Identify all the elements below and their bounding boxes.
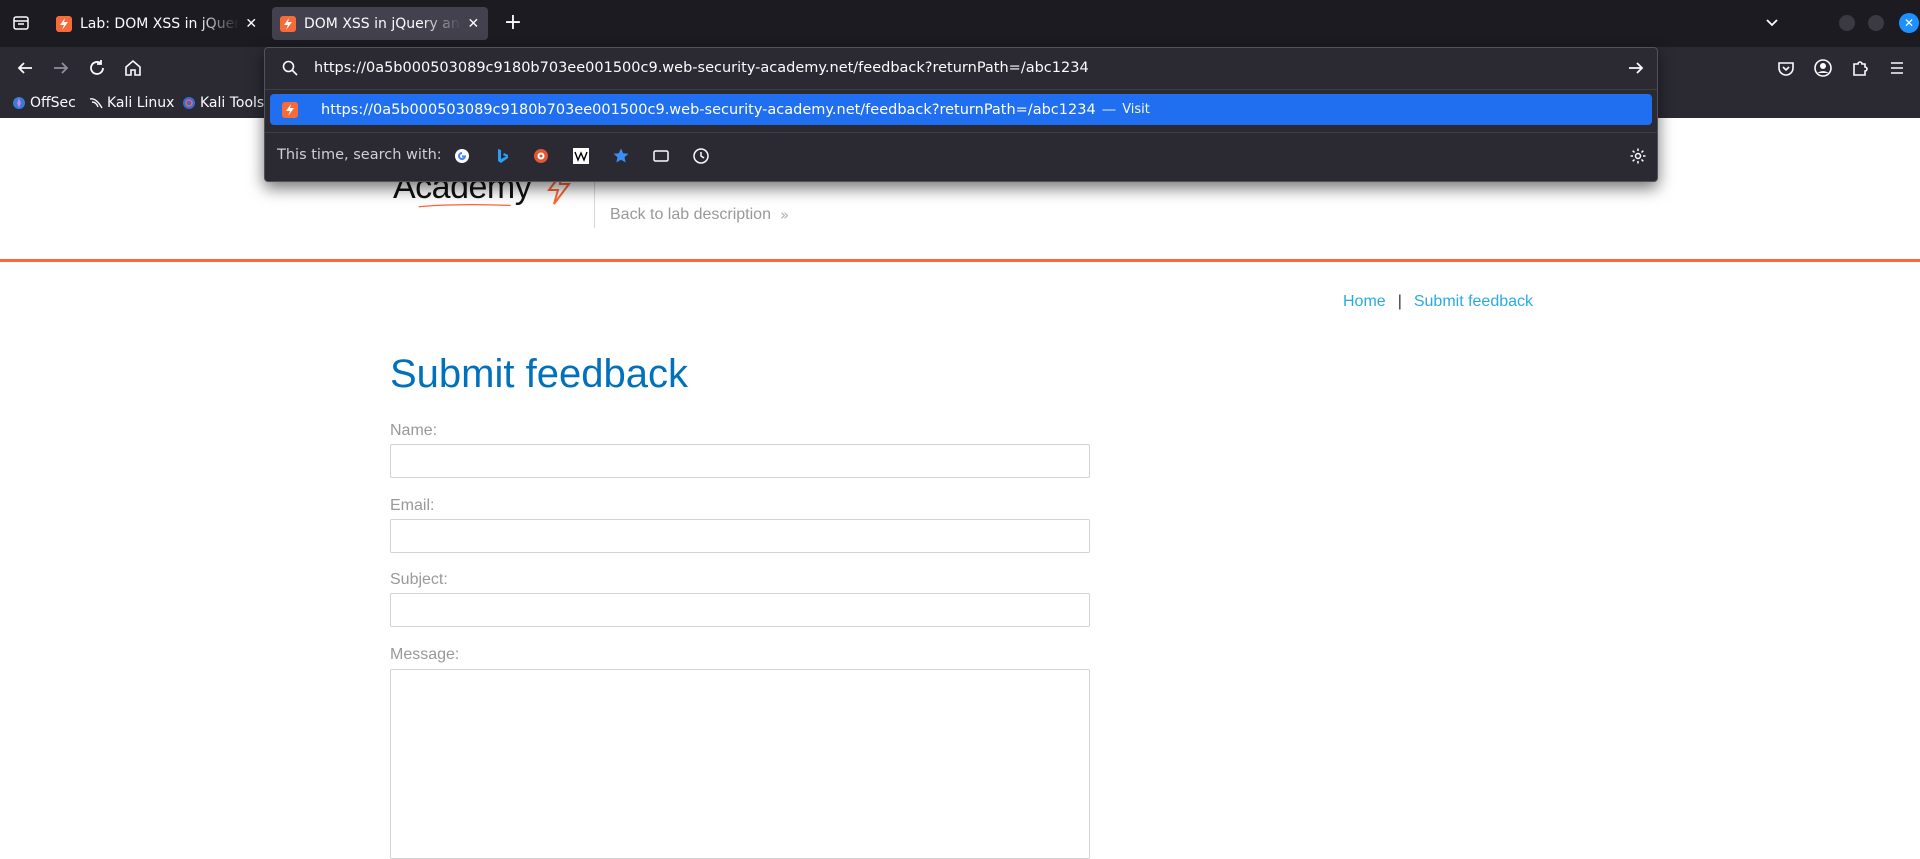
bookmark-label: Kali Linux [107, 95, 175, 111]
divider [265, 132, 1657, 133]
url-suggestion-row[interactable]: https://0a5b000503089c9180b703ee001500c9… [270, 94, 1652, 125]
google-engine-icon[interactable] [453, 147, 471, 165]
tab-strip: Lab: DOM XSS in jQuery anchor href attri… [0, 0, 1920, 47]
bing-engine-icon[interactable] [493, 147, 511, 165]
tab-list-icon[interactable] [10, 12, 32, 34]
divider [265, 89, 1657, 90]
burp-favicon-icon [282, 101, 298, 118]
subject-label: Subject: [390, 571, 448, 588]
nav-separator: | [1397, 293, 1402, 310]
close-icon[interactable]: ✕ [467, 17, 480, 31]
tab-title: DOM XSS in jQuery anchor href attribute … [304, 15, 461, 32]
search-with-label: This time, search with: [277, 147, 442, 163]
burp-favicon-icon [280, 15, 296, 32]
kali-tools-icon [182, 96, 196, 110]
bookmark-kali-tools[interactable]: Kali Tools [182, 92, 264, 114]
suggestion-separator: — [1101, 101, 1117, 118]
close-window-button[interactable]: ✕ [1899, 13, 1919, 33]
bookmark-offsec[interactable]: OffSec [12, 92, 76, 114]
nav-submit-feedback-link[interactable]: Submit feedback [1414, 293, 1533, 311]
forward-arrow-icon[interactable] [49, 56, 73, 80]
back-to-lab-description-link[interactable]: Back to lab description [610, 206, 771, 224]
tab-title: Lab: DOM XSS in jQuery anchor href attri… [80, 15, 239, 32]
maximize-window-button[interactable] [1868, 15, 1884, 31]
email-label: Email: [390, 497, 435, 514]
url-bar [265, 48, 1657, 88]
menu-hamburger-icon[interactable] [1886, 57, 1908, 79]
new-tab-plus-icon[interactable]: + [502, 12, 524, 34]
nav-home-link[interactable]: Home [1343, 293, 1386, 311]
url-bar-dropdown: https://0a5b000503089c9180b703ee001500c9… [264, 47, 1658, 182]
email-field[interactable] [390, 519, 1090, 553]
suggestion-url: https://0a5b000503089c9180b703ee001500c9… [321, 101, 1096, 118]
history-clock-icon[interactable] [692, 147, 710, 165]
header-rule [0, 259, 1920, 262]
message-label: Message: [390, 646, 460, 663]
account-icon[interactable] [1812, 57, 1834, 79]
pocket-icon[interactable] [1775, 57, 1797, 79]
logo-swoosh-icon [418, 204, 511, 208]
site-nav: Home | Submit feedback [1343, 293, 1533, 311]
tab-active[interactable]: DOM XSS in jQuery anchor href attribute … [272, 7, 488, 40]
home-icon[interactable] [121, 56, 145, 80]
tab-lab[interactable]: Lab: DOM XSS in jQuery anchor href attri… [48, 7, 266, 40]
close-icon[interactable]: ✕ [245, 17, 258, 31]
wikipedia-engine-icon[interactable] [572, 147, 590, 165]
suggestion-action: Visit [1122, 102, 1150, 117]
offsec-icon [12, 96, 26, 110]
burp-favicon-icon [56, 15, 72, 32]
name-label: Name: [390, 422, 438, 439]
extensions-puzzle-icon[interactable] [1849, 57, 1871, 79]
tabs-icon[interactable] [652, 147, 670, 165]
bookmark-label: Kali Tools [200, 95, 265, 111]
bookmarks-star-icon[interactable] [612, 147, 630, 165]
reload-icon[interactable] [85, 56, 109, 80]
back-arrow-icon[interactable] [13, 56, 37, 80]
chevron-down-icon[interactable] [1762, 13, 1782, 33]
url-input[interactable] [314, 56, 1584, 80]
name-field[interactable] [390, 444, 1090, 478]
duckduckgo-engine-icon[interactable] [532, 147, 550, 165]
gear-icon[interactable] [1629, 147, 1647, 165]
bookmark-label: OffSec [30, 95, 76, 111]
page-title: Submit feedback [390, 352, 688, 396]
bookmark-kali-linux[interactable]: Kali Linux [89, 92, 174, 114]
minimize-window-button[interactable] [1839, 15, 1855, 31]
double-chevron-right-icon: » [780, 206, 790, 224]
subject-field[interactable] [390, 593, 1090, 627]
go-arrow-icon[interactable] [1625, 57, 1647, 79]
message-field[interactable] [390, 669, 1090, 859]
kali-dragon-icon [89, 96, 103, 110]
search-icon [281, 59, 299, 77]
